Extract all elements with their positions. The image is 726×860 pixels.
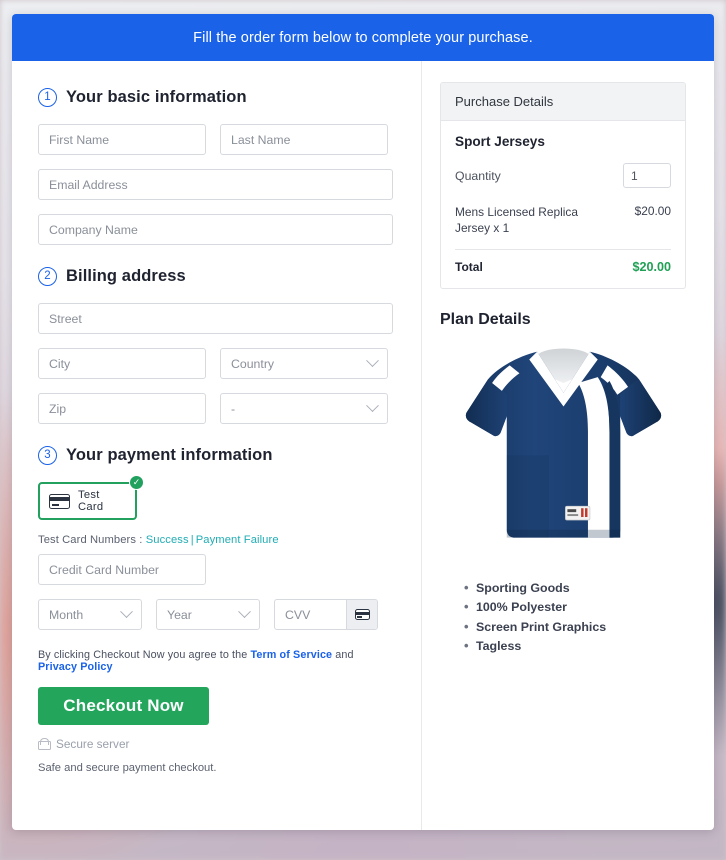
section-header-payment-information: 3 Your payment information: [38, 446, 393, 465]
test-card-numbers-label: Test Card Numbers :: [38, 534, 146, 546]
privacy-policy-link[interactable]: Privacy Policy: [38, 661, 113, 673]
street-row: Street: [38, 303, 393, 334]
section-title-payment-information: Your payment information: [66, 446, 273, 464]
payment-failure-card-link[interactable]: Payment Failure: [196, 534, 279, 546]
link-separator: |: [190, 534, 194, 546]
list-item: 100% Polyester: [464, 597, 686, 617]
check-icon: ✓: [129, 475, 144, 490]
product-name: Sport Jerseys: [455, 134, 545, 149]
terms-of-service-link[interactable]: Term of Service: [250, 649, 332, 661]
quantity-row: Quantity: [455, 163, 671, 188]
credit-card-number-input[interactable]: Credit Card Number: [38, 554, 206, 585]
purchase-details-panel: Purchase Details Sport Jerseys Quantity …: [440, 82, 686, 290]
cvv-help-button[interactable]: [346, 600, 377, 629]
expiry-month-select[interactable]: Month: [38, 599, 142, 630]
state-select[interactable]: -: [220, 393, 388, 424]
total-label: Total: [455, 260, 483, 275]
state-select-value: -: [231, 401, 236, 416]
credit-card-number-row: Credit Card Number: [38, 554, 393, 585]
step-badge-2: 2: [38, 267, 57, 286]
terms-agreement-text: By clicking Checkout Now you agree to th…: [38, 649, 393, 673]
navy-sport-jersey-image: [440, 335, 686, 565]
terms-prefix: By clicking Checkout Now you agree to th…: [38, 649, 251, 661]
total-row: Total $20.00: [455, 260, 671, 274]
country-select[interactable]: Country: [220, 348, 388, 379]
cvv-input[interactable]: CVV: [275, 608, 346, 622]
lock-icon: [38, 738, 51, 750]
secure-server-row: Secure server: [38, 737, 393, 751]
page-banner: Fill the order form below to complete yo…: [12, 14, 714, 61]
company-name-input[interactable]: Company Name: [38, 214, 393, 245]
total-value: $20.00: [632, 260, 671, 275]
zip-state-row: Zip -: [38, 393, 393, 424]
purchase-details-body: Sport Jerseys Quantity Mens Licensed Rep…: [441, 121, 685, 288]
terms-middle: and: [332, 649, 354, 661]
section-header-billing-address: 2 Billing address: [38, 267, 393, 286]
quantity-input[interactable]: [623, 163, 671, 188]
summary-column: Purchase Details Sport Jerseys Quantity …: [422, 61, 714, 830]
panel-divider: [455, 249, 671, 251]
list-item: Tagless: [464, 636, 686, 656]
chevron-down-icon: [238, 605, 251, 619]
plan-features-list: Sporting Goods 100% Polyester Screen Pri…: [440, 578, 686, 656]
safe-checkout-note: Safe and secure payment checkout.: [38, 762, 217, 774]
purchase-details-header: Purchase Details: [441, 83, 685, 121]
line-item-row: Mens Licensed Replica Jersey x 1 $20.00: [455, 204, 671, 236]
section-title-basic-information: Your basic information: [66, 88, 247, 106]
expiry-cvv-row: Month Year CVV: [38, 599, 393, 630]
list-item: Screen Print Graphics: [464, 617, 686, 637]
credit-card-icon: [49, 493, 70, 509]
credit-card-icon: [354, 609, 370, 620]
name-row: First Name Last Name: [38, 124, 393, 155]
step-badge-3: 3: [38, 446, 57, 465]
country-select-value: Country: [231, 356, 275, 371]
card-body: 1 Your basic information First Name Last…: [12, 61, 714, 830]
list-item: Sporting Goods: [464, 578, 686, 598]
email-input[interactable]: Email Address: [38, 169, 393, 200]
step-badge-1: 1: [38, 88, 57, 107]
order-form-column: 1 Your basic information First Name Last…: [12, 61, 422, 830]
checkout-card: Fill the order form below to complete yo…: [12, 14, 714, 830]
company-row: Company Name: [38, 214, 393, 245]
expiry-month-value: Month: [49, 607, 84, 622]
city-country-row: City Country: [38, 348, 393, 379]
cvv-field-group[interactable]: CVV: [274, 599, 378, 630]
test-card-label: Test Card: [78, 489, 104, 513]
email-row: Email Address: [38, 169, 393, 200]
plan-details-title: Plan Details: [440, 311, 531, 329]
chevron-down-icon: [366, 354, 379, 368]
expiry-year-select[interactable]: Year: [156, 599, 260, 630]
line-item-name: Mens Licensed Replica Jersey x 1: [455, 205, 578, 236]
quantity-label: Quantity: [455, 168, 501, 183]
last-name-input[interactable]: Last Name: [220, 124, 388, 155]
line-item-price: $20.00: [634, 204, 671, 218]
test-card-option[interactable]: Test Card: [38, 482, 137, 520]
banner-text: Fill the order form below to complete yo…: [193, 29, 533, 46]
first-name-input[interactable]: First Name: [38, 124, 206, 155]
checkout-now-button[interactable]: Checkout Now: [38, 687, 209, 725]
chevron-down-icon: [120, 605, 133, 619]
test-card-numbers-note: Test Card Numbers : Success | Payment Fail…: [38, 534, 393, 546]
expiry-year-value: Year: [167, 607, 192, 622]
chevron-down-icon: [366, 399, 379, 413]
section-header-basic-information: 1 Your basic information: [38, 88, 393, 107]
success-card-link[interactable]: Success: [146, 534, 189, 546]
secure-server-label: Secure server: [56, 737, 130, 751]
zip-input[interactable]: Zip: [38, 393, 206, 424]
street-input[interactable]: Street: [38, 303, 393, 334]
city-input[interactable]: City: [38, 348, 206, 379]
section-title-billing-address: Billing address: [66, 267, 186, 285]
test-card-option-wrapper: Test Card ✓: [38, 475, 144, 520]
